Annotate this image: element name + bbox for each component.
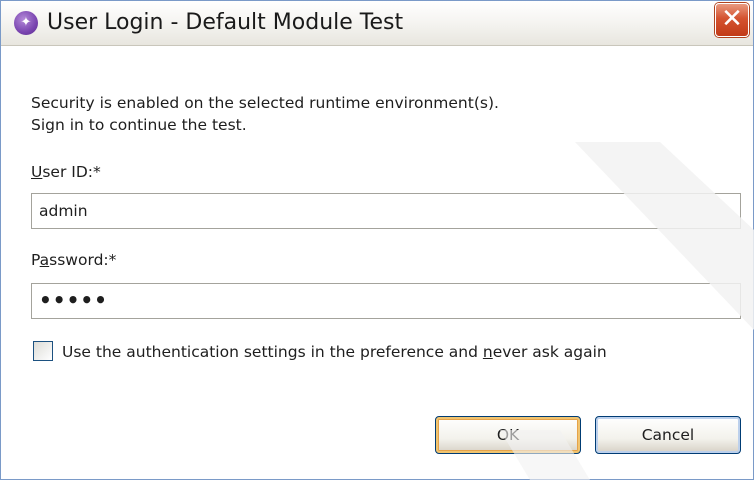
password-label-text: ssword:* [49,251,117,269]
close-icon: ✕ [721,4,743,34]
user-id-label: User ID:* [31,163,101,181]
never-ask-mnemonic: n [482,343,493,361]
password-mnemonic: a [39,251,50,269]
message-line-1: Security is enabled on the selected runt… [31,94,499,112]
cancel-button[interactable]: Cancel [595,416,741,454]
message-line-2: Sign in to continue the test. [31,116,247,134]
app-icon: ✦ [14,11,38,35]
close-button[interactable]: ✕ [715,3,749,37]
login-dialog: ✦ User Login - Default Module Test ✕ Sec… [0,0,754,480]
window-title: User Login - Default Module Test [47,10,404,35]
security-message: Security is enabled on the selected runt… [31,92,499,136]
user-id-label-text: ser ID:* [42,163,101,181]
dialog-content: Security is enabled on the selected runt… [1,46,753,479]
password-input[interactable]: ••••• [31,283,741,319]
ok-button[interactable]: OK [435,416,581,454]
never-ask-label-start: Use the authentication settings in the p… [62,343,483,361]
never-ask-checkbox[interactable] [33,341,53,361]
user-id-mnemonic: U [31,163,43,181]
user-id-input[interactable]: admin [31,193,741,229]
password-label-start: P [31,251,40,269]
title-bar[interactable]: ✦ User Login - Default Module Test ✕ [1,1,753,46]
never-ask-label-end: ever ask again [492,343,607,361]
never-ask-label[interactable]: Use the authentication settings in the p… [62,343,607,361]
password-label: Password:* [31,251,116,269]
